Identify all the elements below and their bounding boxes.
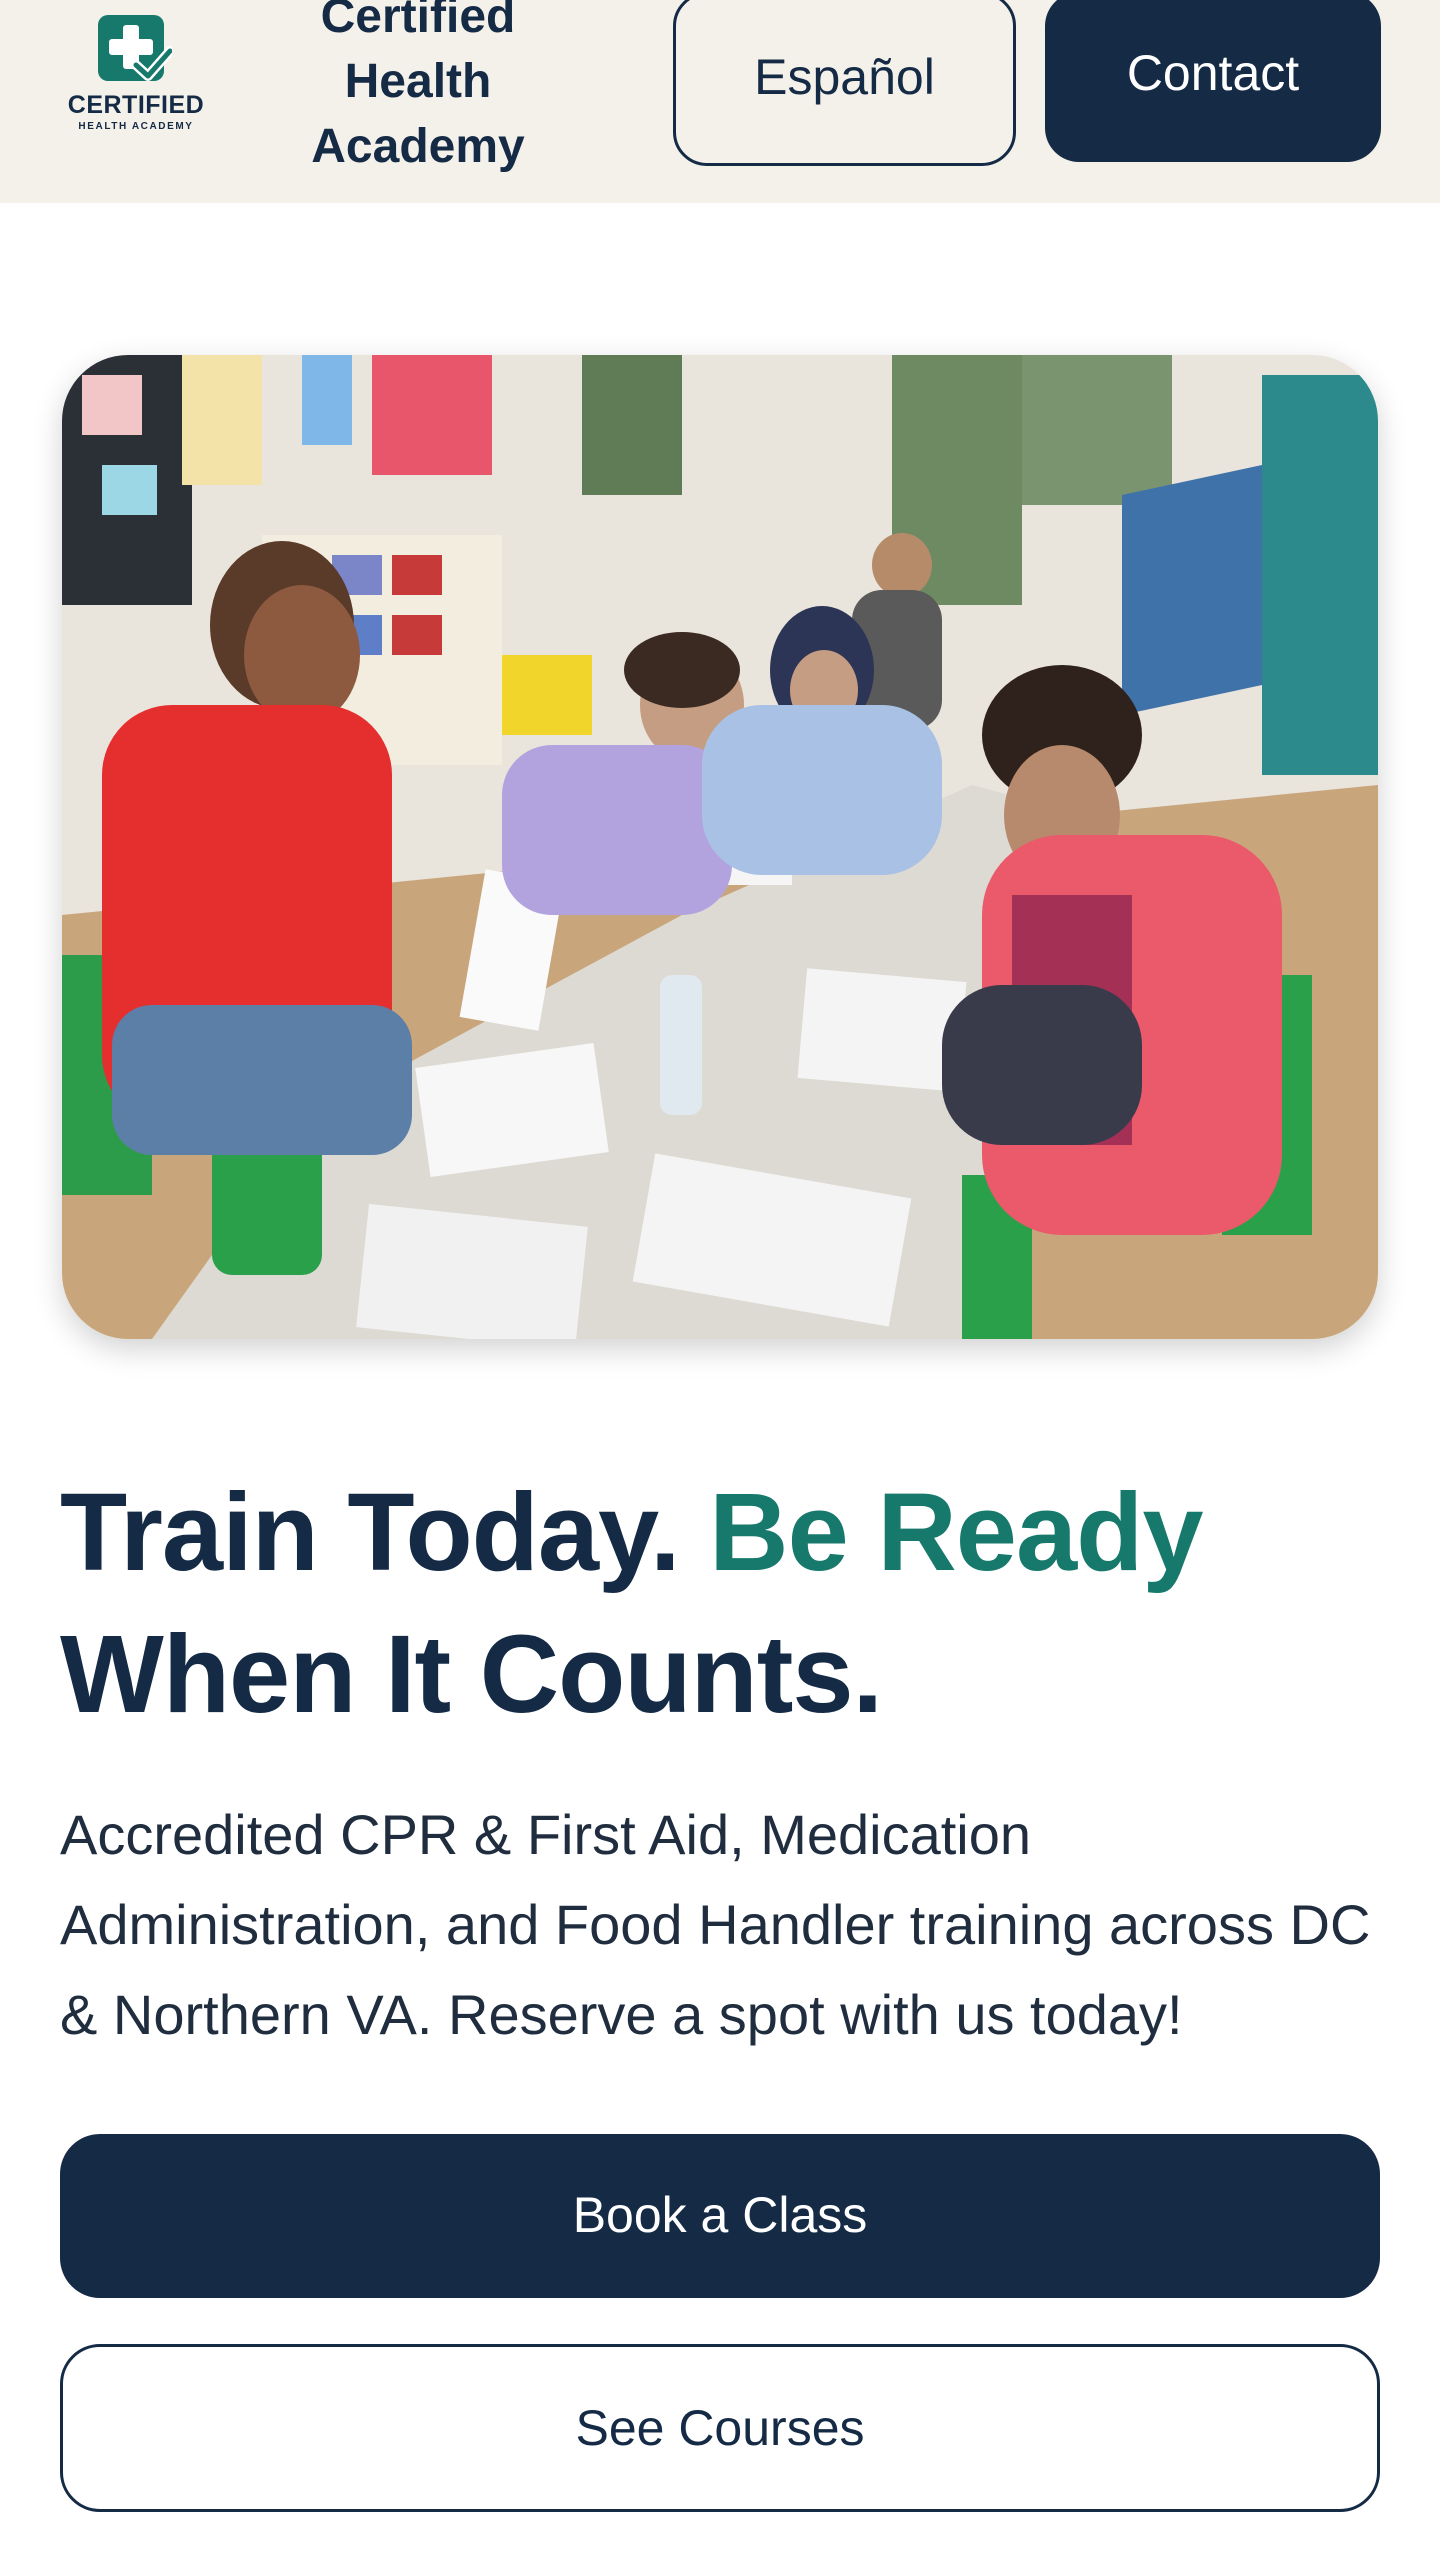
hero-image bbox=[62, 355, 1378, 1339]
brand-line: Academy bbox=[311, 120, 525, 173]
site-header: CERTIFIED HEALTH ACADEMY Certified Healt… bbox=[0, 0, 1440, 203]
book-class-label: Book a Class bbox=[572, 2187, 868, 2243]
medical-cross-check-icon bbox=[98, 15, 172, 81]
hero-description: Accredited CPR & First Aid, Medication A… bbox=[60, 1803, 1371, 2046]
logo-text: CERTIFIED bbox=[67, 91, 205, 119]
see-courses-button[interactable]: See Courses bbox=[60, 2344, 1380, 2512]
language-button-label: Español bbox=[754, 49, 935, 105]
contact-button-label: Contact bbox=[1126, 45, 1300, 101]
headline-part1: Train Today. bbox=[60, 1471, 681, 1594]
headline-accent: Be Ready bbox=[709, 1471, 1203, 1594]
headline-part2: When It Counts. bbox=[60, 1613, 883, 1736]
logo-subtext: HEALTH ACADEMY bbox=[78, 121, 194, 132]
contact-button[interactable]: Contact bbox=[1045, 0, 1381, 162]
book-class-button[interactable]: Book a Class bbox=[60, 2134, 1380, 2298]
see-courses-label: See Courses bbox=[575, 2400, 865, 2456]
brand-name[interactable]: Certified Health Academy bbox=[268, 0, 568, 179]
brand-line: Certified bbox=[320, 0, 516, 43]
brand-line: Health bbox=[344, 55, 492, 108]
hero-headline: Train Today. Be Ready When It Counts. bbox=[60, 1462, 1380, 1746]
language-button[interactable]: Español bbox=[673, 0, 1016, 166]
classroom-photo-icon bbox=[62, 355, 1378, 1339]
logo[interactable]: CERTIFIED HEALTH ACADEMY bbox=[66, 8, 206, 136]
